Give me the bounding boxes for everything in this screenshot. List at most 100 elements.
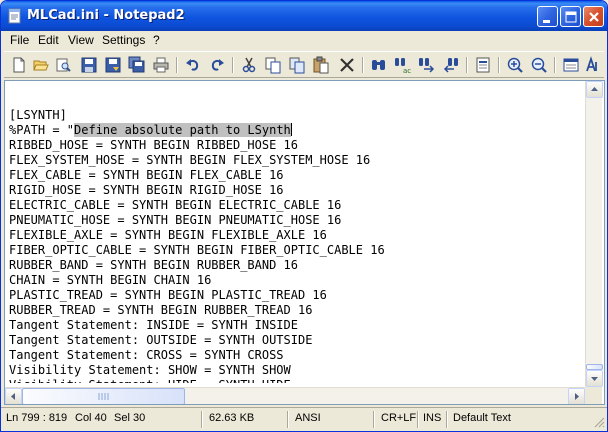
editor-line[interactable]: ELECTRIC_CABLE = SYNTH BEGIN ELECTRIC_CA… <box>9 198 584 213</box>
menu-view[interactable]: View <box>68 33 94 47</box>
editor-line[interactable]: FIBER_OPTIC_CABLE = SYNTH BEGIN FIBER_OP… <box>9 243 584 258</box>
replace-button[interactable]: ac <box>394 56 412 74</box>
editor-line[interactable]: PLASTIC_TREAD = SYNTH BEGIN PLASTIC_TREA… <box>9 288 584 303</box>
open-icon <box>33 60 49 71</box>
menu-edit[interactable]: Edit <box>38 33 59 47</box>
status-line-endings[interactable]: CR+LF <box>381 412 416 424</box>
editor-line[interactable]: RIGID_HOSE = SYNTH BEGIN RIGID_HOSE 16 <box>9 183 584 198</box>
status-selection: Sel 30 <box>114 412 146 424</box>
vertical-scrollbar[interactable] <box>585 81 603 387</box>
editor-line-text: FIBER_OPTIC_CABLE = SYNTH BEGIN FIBER_OP… <box>9 243 385 257</box>
goto-button[interactable] <box>474 56 492 74</box>
editor-line[interactable]: FLEXIBLE_AXLE = SYNTH BEGIN FLEXIBLE_AXL… <box>9 228 584 243</box>
save-button[interactable] <box>80 56 98 74</box>
resize-grip-icon[interactable] <box>593 416 605 428</box>
scroll-up-button[interactable] <box>586 81 603 98</box>
find-previous-button[interactable] <box>442 56 460 74</box>
zoom-in-icon <box>507 57 523 73</box>
paste-button[interactable] <box>312 56 330 74</box>
scroll-right-button[interactable] <box>568 388 585 404</box>
scrollbar-corner <box>585 387 602 404</box>
editor-line[interactable]: RUBBER_TREAD = SYNTH BEGIN RUBBER_TREAD … <box>9 303 584 318</box>
grip-icon <box>98 393 109 400</box>
editor-line-text: FLEX_SYSTEM_HOSE = SYNTH BEGIN FLEX_SYST… <box>9 153 371 167</box>
save-as-button[interactable] <box>104 56 122 74</box>
editor-line-text: ELECTRIC_CABLE = SYNTH BEGIN ELECTRIC_CA… <box>9 198 342 212</box>
find-next-button[interactable] <box>418 56 436 74</box>
toolbar-separator <box>176 57 178 73</box>
zoom-out-icon <box>531 57 547 73</box>
editor-line[interactable]: Tangent Statement: CROSS = SYNTH CROSS <box>9 348 584 363</box>
editor-line[interactable]: Visibility Statement: SHOW = SYNTH SHOW <box>9 363 584 378</box>
customize-button[interactable] <box>584 56 602 74</box>
editor-line[interactable]: Visibility Statement: HIDE = SYNTH HIDE <box>9 378 584 383</box>
editor-line[interactable]: RIBBED_HOSE = SYNTH BEGIN RIBBED_HOSE 16 <box>9 138 584 153</box>
status-insert-mode: INS <box>423 412 442 424</box>
menu-settings[interactable]: Settings <box>102 33 145 47</box>
editor-line[interactable]: [LSYNTH] <box>9 108 584 123</box>
maximize-icon <box>565 11 577 23</box>
save-copy-button[interactable] <box>128 56 146 74</box>
status-scheme[interactable]: Default Text <box>453 412 511 424</box>
status-bar: Ln 799 : 819 Col 40 Sel 30 62.63 KB ANSI… <box>1 407 607 431</box>
title-bar[interactable]: MLCad.ini - Notepad2 <box>1 1 607 31</box>
find-button[interactable] <box>370 56 388 74</box>
editor-lines[interactable]: [LSYNTH] %PATH = "Define absolute path to… <box>9 93 584 383</box>
schemes-icon <box>563 58 579 72</box>
arrow-right-icon <box>575 393 579 400</box>
editor-line[interactable]: FLEX_CABLE = SYNTH BEGIN FLEX_CABLE 16 <box>9 168 584 183</box>
horizontal-scrollbar[interactable] <box>5 387 585 404</box>
svg-text:ac: ac <box>403 67 411 74</box>
redo-button[interactable] <box>208 56 226 74</box>
minimize-button[interactable] <box>537 6 558 27</box>
copy-button[interactable] <box>264 56 282 74</box>
browse-button[interactable] <box>54 56 72 74</box>
menu-file[interactable]: File <box>10 33 29 47</box>
editor-line[interactable]: %PATH = "Define absolute path to LSynth <box>9 123 584 138</box>
copy-all-icon <box>289 57 305 74</box>
find-icon <box>372 60 385 70</box>
status-divider <box>287 411 289 428</box>
editor-line-text: CHAIN = SYNTH BEGIN CHAIN 16 <box>9 273 212 287</box>
scroll-down-button[interactable] <box>586 370 603 387</box>
new-button[interactable] <box>10 56 28 74</box>
editor-line[interactable]: RUBBER_BAND = SYNTH BEGIN RUBBER_BAND 16 <box>9 258 584 273</box>
delete-button[interactable] <box>338 56 356 74</box>
maximize-button[interactable] <box>560 6 581 27</box>
toolbar: ac <box>4 51 604 78</box>
status-divider <box>417 411 419 428</box>
undo-button[interactable] <box>184 56 202 74</box>
status-encoding[interactable]: ANSI <box>295 412 321 424</box>
editor-line-text: RUBBER_TREAD = SYNTH BEGIN RUBBER_TREAD … <box>9 303 313 317</box>
schemes-button[interactable] <box>562 56 580 74</box>
text-editor[interactable]: [LSYNTH] %PATH = "Define absolute path to… <box>4 80 605 405</box>
zoom-out-button[interactable] <box>530 56 548 74</box>
editor-line-text: Tangent Statement: INSIDE = SYNTH INSIDE <box>9 318 298 332</box>
notepad-app-icon[interactable] <box>7 8 23 24</box>
paste-icon <box>313 56 329 74</box>
editor-line[interactable]: Tangent Statement: OUTSIDE = SYNTH OUTSI… <box>9 333 584 348</box>
editor-line[interactable]: PNEUMATIC_HOSE = SYNTH BEGIN PNEUMATIC_H… <box>9 213 584 228</box>
editor-line-text: PNEUMATIC_HOSE = SYNTH BEGIN PNEUMATIC_H… <box>9 213 342 227</box>
editor-line[interactable]: Tangent Statement: INSIDE = SYNTH INSIDE <box>9 318 584 333</box>
close-icon <box>589 12 599 22</box>
status-column: Col 40 <box>75 412 107 424</box>
copy-all-button[interactable] <box>288 56 306 74</box>
editor-line[interactable]: CHAIN = SYNTH BEGIN CHAIN 16 <box>9 273 584 288</box>
editor-line[interactable] <box>9 93 584 108</box>
cut-button[interactable] <box>240 56 258 74</box>
selected-text[interactable]: Define absolute path to LSynth <box>74 123 291 137</box>
toolbar-separator <box>362 57 364 73</box>
zoom-in-button[interactable] <box>506 56 524 74</box>
print-button[interactable] <box>152 56 170 74</box>
editor-line-text: FLEXIBLE_AXLE = SYNTH BEGIN FLEXIBLE_AXL… <box>9 228 327 242</box>
editor-line[interactable]: FLEX_SYSTEM_HOSE = SYNTH BEGIN FLEX_SYST… <box>9 153 584 168</box>
editor-line-text: %PATH = " <box>9 123 75 137</box>
close-button[interactable] <box>583 6 604 27</box>
scroll-left-button[interactable] <box>5 388 22 404</box>
horizontal-scroll-thumb[interactable] <box>22 388 185 404</box>
replace-icon: ac <box>395 58 411 74</box>
delete-icon <box>340 58 354 72</box>
open-button[interactable] <box>32 56 50 74</box>
menu-help[interactable]: ? <box>153 33 160 47</box>
